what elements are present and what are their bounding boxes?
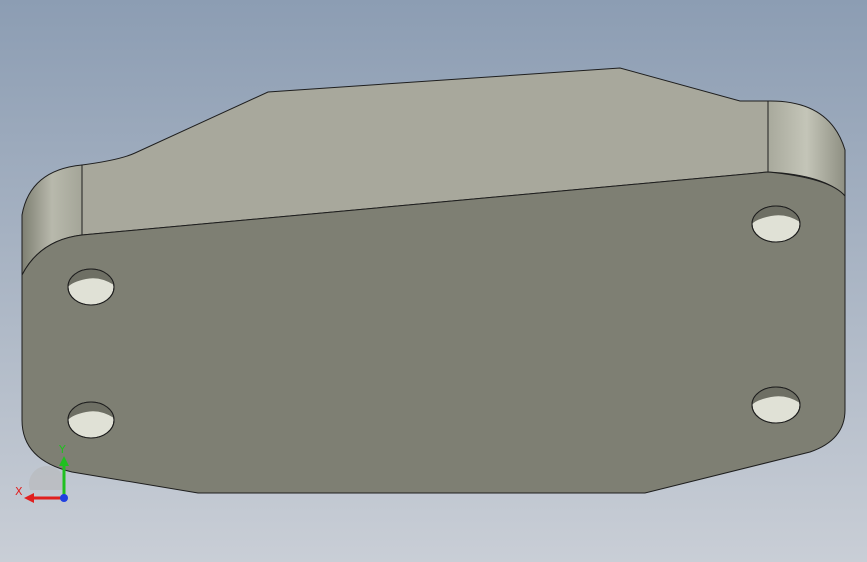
z-axis-dot-icon bbox=[60, 494, 68, 502]
mounting-hole-bottom-left[interactable] bbox=[67, 401, 115, 439]
x-axis-arrow-icon bbox=[24, 493, 34, 503]
coordinate-triad: Y X bbox=[15, 443, 69, 503]
cad-viewport[interactable]: Y X bbox=[0, 0, 867, 562]
triad-plane-indicator bbox=[28, 465, 65, 490]
part-model[interactable] bbox=[0, 0, 867, 562]
y-axis-label: Y bbox=[58, 443, 66, 456]
x-axis-label: X bbox=[15, 485, 23, 498]
y-axis-arrow-icon bbox=[59, 456, 69, 466]
mounting-hole-top-left[interactable] bbox=[67, 268, 115, 306]
mounting-hole-top-right[interactable] bbox=[751, 205, 801, 243]
mounting-hole-bottom-right[interactable] bbox=[751, 386, 801, 424]
